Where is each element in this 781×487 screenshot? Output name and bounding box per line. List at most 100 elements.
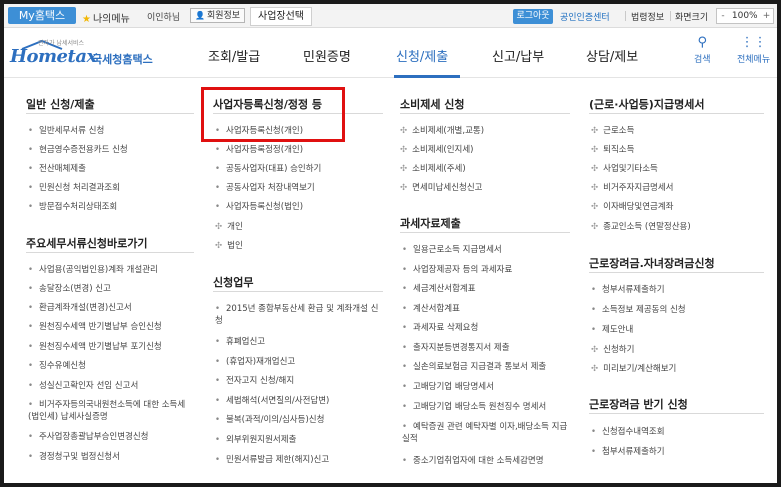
plus-icon: ✣ xyxy=(591,126,599,136)
section-title: 주요세무서류신청바로가기 xyxy=(26,237,148,250)
logout-button[interactable]: 로그아웃 xyxy=(513,9,553,24)
member-info-label: 회원정보 xyxy=(206,11,241,21)
menu-item[interactable]: • 출자지분등변경통지서 제출 xyxy=(402,342,510,354)
menu-item[interactable]: • 민원신청 처리결과조회 xyxy=(28,182,120,194)
menu-item[interactable]: • 고배당기업 배당명세서 xyxy=(402,381,494,393)
menu-item[interactable]: • (휴업자)재개업신고 xyxy=(215,356,295,368)
utility-bar: My홈택스 ★ 나의메뉴 이인하님 👤 회원정보 사업장선택 로그아웃 공인인증센터… xyxy=(4,4,777,28)
menu-item[interactable]: • 세법해석(서면질의/사전답변) xyxy=(215,395,329,407)
menu-item[interactable]: • 전자고지 신청/해지 xyxy=(215,375,294,387)
menu-item[interactable]: • 청부서류제출하기 xyxy=(591,284,665,296)
search-button[interactable]: ⚲ 검색 xyxy=(694,35,711,66)
cert-center-link[interactable]: 공인인증센터 xyxy=(560,10,610,23)
menu-item-expandable[interactable]: ✣ 개인 xyxy=(215,221,243,233)
menu-item[interactable]: • 사업자등록신청(법인) xyxy=(215,201,303,213)
menu-item-expandable[interactable]: ✣ 비거주자지급명세서 xyxy=(591,182,674,194)
menu-item[interactable]: • 사업자등록정정(개인) xyxy=(215,144,303,156)
menu-item[interactable]: • 사업장제공자 등의 과세자료 xyxy=(402,264,512,276)
menu-item[interactable]: • 휴폐업신고 xyxy=(215,336,265,348)
menu-item[interactable]: • 전산매체제출 xyxy=(28,163,86,175)
menu-item[interactable]: • 제도안내 xyxy=(591,324,633,336)
menu-item[interactable]: • 불복(과적/이의/심사등)신청 xyxy=(215,414,324,426)
zoom-in-button[interactable]: + xyxy=(760,9,772,23)
menu-item-expandable[interactable]: ✣ 종교인소득 (연말정산용) xyxy=(591,221,691,233)
menu-item-expandable[interactable]: ✣ 퇴직소득 xyxy=(591,144,634,156)
menu-item[interactable]: • 환급계좌개설(변경)신고서 xyxy=(28,302,132,314)
section-title: 근로장려금 반기 신청 xyxy=(589,398,688,411)
menu-item[interactable]: • 공동사업자(대표) 승인하기 xyxy=(215,163,321,175)
menu-item[interactable]: • 주사업장총괄납부승인변경신청 xyxy=(28,431,149,443)
plus-icon: ✣ xyxy=(591,222,599,232)
menu-item[interactable]: • 소득정보 제공동의 신청 xyxy=(591,304,686,316)
menu-item[interactable]: • 일용근로소득 지급명세서 xyxy=(402,244,502,256)
grid-icon: ⋮⋮ xyxy=(740,35,767,50)
section-title: 과세자료제출 xyxy=(400,217,461,230)
menu-item[interactable]: • 신청접수내역조회 xyxy=(591,426,665,438)
menu-item[interactable]: • 송달장소(변경) 신고 xyxy=(28,283,111,295)
menu-item-expandable[interactable]: ✣ 법인 xyxy=(215,240,243,252)
menu-item-expandable[interactable]: ✣ 소비제세(인지세) xyxy=(400,144,474,156)
nav-consult[interactable]: 상담/제보 xyxy=(586,46,638,65)
menu-item[interactable]: • 민원서류발급 제한(해지)신고 xyxy=(215,454,329,466)
menu-item-expandable[interactable]: ✣ 미리보기/계산해보기 xyxy=(591,363,676,375)
all-menu-button[interactable]: ⋮⋮ 전체메뉴 xyxy=(737,35,770,66)
menu-item[interactable]: • 세금계산서합계표 xyxy=(402,283,476,295)
menu-item[interactable]: • 외부위원지원서제출 xyxy=(215,434,296,446)
star-icon: ★ xyxy=(82,14,91,25)
menu-item[interactable]: • 계산서합계표 xyxy=(402,303,460,315)
section-divider xyxy=(589,272,764,273)
plus-icon: ✣ xyxy=(400,126,408,136)
menu-item[interactable]: • 예탁증권 관련 예탁자별 이자,배당소득 지급 실적 xyxy=(402,421,568,445)
menu-item[interactable]: • 비거주자등의국내원천소득에 대한 소득세(법인세) 납세사실증명 xyxy=(28,399,194,423)
logo-subtext: 국세청홈택스 xyxy=(92,53,153,66)
menu-item[interactable]: • 고배당기업 배당소득 원천징수 명세서 xyxy=(402,401,546,413)
plus-icon: ✣ xyxy=(591,345,599,355)
plus-icon: ✣ xyxy=(215,241,223,251)
my-hometax-button[interactable]: My홈택스 xyxy=(8,7,76,24)
menu-item[interactable]: • 중소기업취업자에 대한 소득세감면명 xyxy=(402,455,544,467)
menu-item[interactable]: • 과세자료 삭제요청 xyxy=(402,322,478,334)
menu-item-expandable[interactable]: ✣ 신청하기 xyxy=(591,344,634,356)
favorites-label: 나의메뉴 xyxy=(92,14,130,25)
nav-application[interactable]: 신청/제출 xyxy=(396,46,448,65)
menu-item[interactable]: • 성실신고확인자 선임 신고서 xyxy=(28,380,138,392)
menu-item-expandable[interactable]: ✣ 근로소득 xyxy=(591,125,634,137)
divider xyxy=(625,11,626,21)
menu-item-expandable[interactable]: ✣ 이자배당및연금계좌 xyxy=(591,201,674,213)
menu-item[interactable]: • 원천징수세액 반기별납부 승인신청 xyxy=(28,321,162,333)
section-title: 소비제세 신청 xyxy=(400,98,465,111)
section-divider xyxy=(26,113,194,114)
section-divider xyxy=(400,232,570,233)
member-info-button[interactable]: 👤 회원정보 xyxy=(190,8,246,23)
zoom-value: 100% xyxy=(731,11,758,21)
menu-item[interactable]: • 실손의료보험금 지급결과 통보서 제출 xyxy=(402,361,546,373)
favorites-menu[interactable]: ★ 나의메뉴 xyxy=(82,10,130,25)
menu-item[interactable]: • 2015년 종합부동산세 환급 및 계좌개설 신청 xyxy=(215,303,381,327)
zoom-out-button[interactable]: - xyxy=(717,9,729,23)
menu-item-expandable[interactable]: ✣ 소비제세(주세) xyxy=(400,163,466,175)
site-header: 전자가 납세서비스 Hometax 국세청홈택스 조회/발급 민원증명 신청/제… xyxy=(4,28,777,78)
search-icon: ⚲ xyxy=(697,35,708,50)
menu-item[interactable]: • 일반세무서류 신청 xyxy=(28,125,104,137)
menu-item-expandable[interactable]: ✣ 사업및기타소득 xyxy=(591,163,658,175)
section-title: 신청업무 xyxy=(213,276,254,289)
nav-filing[interactable]: 신고/납부 xyxy=(492,46,544,65)
legal-info-link[interactable]: 법령정보 xyxy=(631,10,664,23)
menu-item[interactable]: • 공동사업자 처장내역보기 xyxy=(215,182,315,194)
menu-item[interactable]: • 첨부서류제출하기 xyxy=(591,446,665,458)
nav-inquiry[interactable]: 조회/발급 xyxy=(208,46,260,65)
business-select-tab[interactable]: 사업장선택 xyxy=(250,7,312,26)
screen-size-label: 화면크기 xyxy=(675,13,709,23)
divider xyxy=(670,11,671,21)
menu-item[interactable]: • 사업용(공익법인용)계좌 개설관리 xyxy=(28,264,158,276)
menu-item[interactable]: • 원천징수세액 반기별납부 포기신청 xyxy=(28,341,162,353)
menu-item[interactable]: • 방문접수처리상태조회 xyxy=(28,201,117,213)
menu-item[interactable]: • 현금영수증전용카드 신청 xyxy=(28,144,128,156)
menu-item-expandable[interactable]: ✣ 소비제세(개별,교통) xyxy=(400,125,484,137)
zoom-control: - 100% + xyxy=(716,8,774,24)
menu-item-expandable[interactable]: ✣ 면세미납세신청신고 xyxy=(400,182,483,194)
menu-item[interactable]: • 징수유예신청 xyxy=(28,360,86,372)
menu-item[interactable]: • 경정청구및 법정신청서 xyxy=(28,451,120,463)
hometax-logo[interactable]: 전자가 납세서비스 Hometax 국세청홈택스 xyxy=(10,36,160,72)
nav-certificate[interactable]: 민원증명 xyxy=(303,46,351,65)
